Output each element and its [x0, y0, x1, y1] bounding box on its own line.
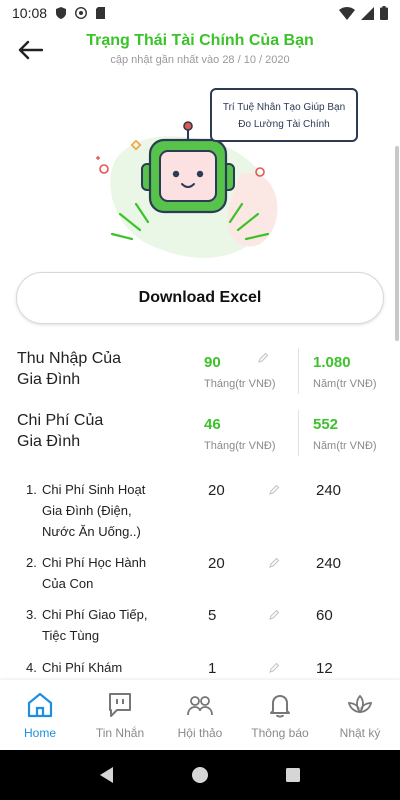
download-excel-button[interactable]: Download Excel — [16, 272, 384, 324]
nav-notifications[interactable]: Thông báo — [240, 680, 320, 750]
item-2-yearly-value: 240 — [316, 555, 342, 572]
expense-yearly-unit: Năm(tr VNĐ) — [313, 440, 377, 452]
edit-item-3-pencil-icon[interactable] — [268, 609, 280, 621]
bottom-navigation: Home Tin Nhắn Hội thảo Thông báo Nhật ký — [0, 680, 400, 750]
scrollbar[interactable] — [395, 146, 399, 341]
item-3-label-line: Chi Phí Giao Tiếp, — [42, 607, 148, 622]
item-2-label-line: Của Con — [42, 576, 94, 591]
system-navigation-bar — [0, 750, 400, 800]
income-monthly-value: 90 — [204, 354, 221, 371]
item-2-monthly-value: 20 — [208, 555, 225, 572]
income-label-line-1: Thu Nhập Của — [17, 350, 122, 367]
status-time: 10:08 — [12, 5, 48, 21]
item-1-label-line: Gia Đình (Điện, — [42, 503, 132, 518]
wifi-icon — [339, 6, 355, 20]
item-4-monthly-value: 1 — [208, 660, 217, 677]
item-4-label: Chi Phí Khám — [42, 657, 162, 678]
users-group-icon — [187, 696, 213, 716]
content-scroll-area[interactable]: Trí Tuệ Nhân Tạo Giúp Bạn Đo Lường Tài C… — [0, 76, 400, 680]
expense-yearly-value: 552 — [313, 416, 339, 433]
system-recents-icon[interactable] — [284, 766, 302, 784]
nav-messages[interactable]: Tin Nhắn — [80, 680, 160, 750]
at-sign-status-icon — [75, 7, 88, 19]
item-4-label-line: Chi Phí Khám — [42, 660, 123, 675]
item-1-yearly-value: 240 — [316, 482, 342, 499]
expense-label-line-1: Chi Phí Của — [17, 412, 104, 429]
status-bar: 10:08 — [0, 0, 400, 26]
nav-notifications-label: Thông báo — [251, 726, 309, 740]
system-back-icon[interactable] — [98, 766, 116, 784]
item-4-yearly-value: 12 — [316, 660, 333, 677]
edit-item-2-pencil-icon[interactable] — [268, 557, 280, 569]
nav-seminar[interactable]: Hội thảo — [160, 680, 240, 750]
income-divider — [298, 348, 299, 394]
message-icon — [109, 693, 131, 717]
edit-item-1-pencil-icon[interactable] — [268, 484, 280, 496]
item-2-label-line: Chi Phí Học Hành — [42, 555, 147, 570]
item-3-yearly-value: 60 — [316, 607, 333, 624]
nav-home-label: Home — [23, 726, 56, 740]
nav-messages-label: Tin Nhắn — [95, 726, 145, 740]
item-4-number: 4. — [26, 660, 37, 675]
bell-icon — [270, 695, 290, 718]
income-yearly-unit: Năm(tr VNĐ) — [313, 378, 377, 390]
item-1-label-line: Chi Phí Sinh Hoạt — [42, 482, 146, 497]
expense-monthly-value: 46 — [204, 416, 221, 433]
system-home-icon[interactable] — [191, 766, 209, 784]
item-2-label: Chi Phí Học Hành Của Con — [42, 552, 162, 594]
item-2-number: 2. — [26, 555, 37, 570]
app-header: Trạng Thái Tài Chính Của Bạn cập nhật gầ… — [0, 26, 400, 76]
income-yearly-value: 1.080 — [313, 354, 351, 371]
shield-status-icon — [56, 7, 67, 19]
item-3-label: Chi Phí Giao Tiếp, Tiệc Tùng — [42, 604, 162, 646]
expense-divider — [298, 410, 299, 456]
edit-income-pencil-icon[interactable] — [257, 352, 269, 364]
item-3-label-line: Tiệc Tùng — [42, 628, 100, 643]
item-1-number: 1. — [26, 482, 37, 497]
page-title: Trạng Thái Tài Chính Của Bạn — [86, 32, 314, 49]
edit-item-4-pencil-icon[interactable] — [268, 662, 280, 674]
signal-icon — [361, 6, 374, 20]
last-updated-text: cập nhật gần nhất vào 28 / 10 / 2020 — [110, 54, 290, 66]
nav-diary-label: Nhật ký — [339, 726, 381, 740]
sd-card-status-icon — [96, 7, 106, 19]
expense-monthly-unit: Tháng(tr VNĐ) — [204, 440, 276, 452]
home-icon — [27, 692, 53, 718]
item-1-monthly-value: 20 — [208, 482, 225, 499]
item-3-monthly-value: 5 — [208, 607, 217, 624]
income-label-line-2: Gia Đình — [17, 371, 81, 388]
speech-line-1: Trí Tuệ Nhân Tạo Giúp Bạn — [222, 102, 346, 113]
income-label: Thu Nhập Của Gia Đình — [17, 348, 121, 390]
lotus-icon — [347, 694, 373, 714]
nav-diary[interactable]: Nhật ký — [320, 680, 400, 750]
expense-label: Chi Phí Của Gia Đình — [17, 410, 103, 452]
item-1-label-line: Nước Ăn Uống..) — [42, 524, 141, 539]
expense-label-line-2: Gia Đình — [17, 433, 81, 450]
nav-seminar-label: Hội thảo — [177, 726, 223, 740]
hero-illustration: Trí Tuệ Nhân Tạo Giúp Bạn Đo Lường Tài C… — [90, 84, 370, 264]
battery-icon — [380, 6, 388, 20]
item-3-number: 3. — [26, 607, 37, 622]
nav-home[interactable]: Home — [0, 680, 80, 750]
speech-line-2: Đo Lường Tài Chính — [238, 119, 330, 130]
income-monthly-unit: Tháng(tr VNĐ) — [204, 378, 276, 390]
speech-bubble: Trí Tuệ Nhân Tạo Giúp Bạn Đo Lường Tài C… — [210, 88, 358, 142]
item-1-label: Chi Phí Sinh Hoạt Gia Đình (Điện, Nước Ă… — [42, 479, 162, 542]
